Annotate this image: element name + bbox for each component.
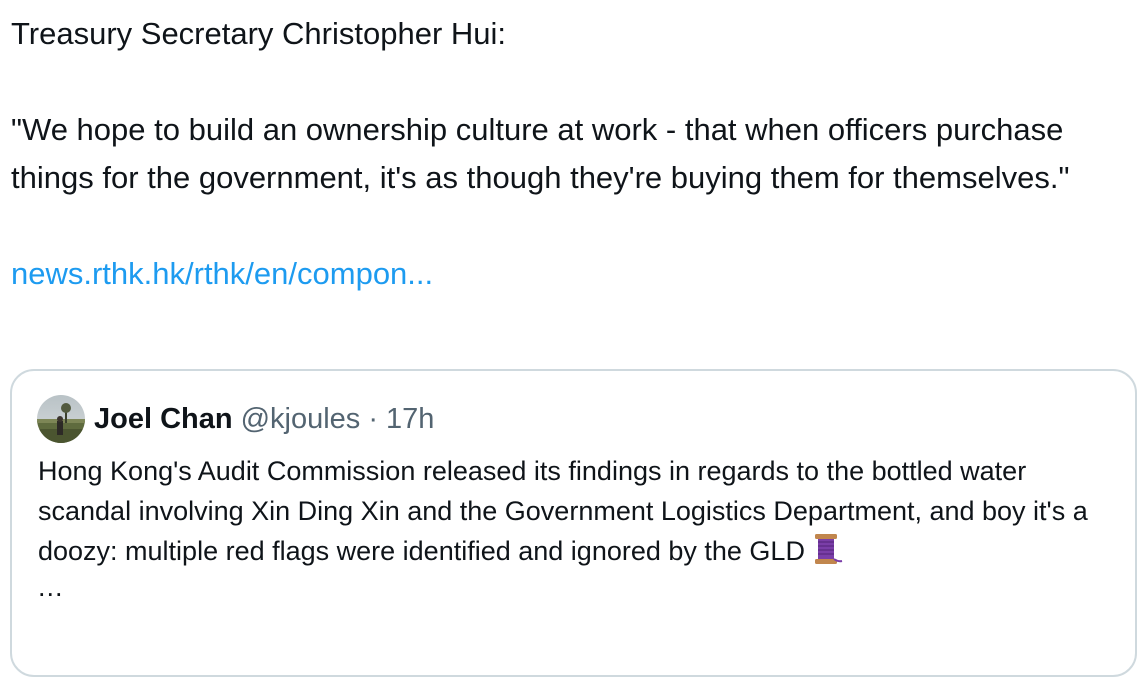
quoted-tweet-text: Hong Kong's Audit Commission released it… xyxy=(38,451,1118,603)
separator-dot: · xyxy=(368,402,378,435)
thread-spool-icon xyxy=(809,532,843,566)
quoted-author-handle[interactable]: @kjoules xyxy=(241,403,361,436)
tweet-body: Treasury Secretary Christopher Hui: "We … xyxy=(11,10,1131,298)
quoted-tweet-card[interactable]: Joel Chan @kjoules · 17h Hong Kong's Aud… xyxy=(10,369,1137,677)
tweet-text-line: Treasury Secretary Christopher Hui: xyxy=(11,16,507,51)
quoted-author-name[interactable]: Joel Chan xyxy=(94,403,233,436)
tweet-quote-text: "We hope to build an ownership culture a… xyxy=(11,112,1073,195)
quoted-timestamp[interactable]: 17h xyxy=(386,403,434,436)
truncation-ellipsis: ... xyxy=(38,572,64,602)
quoted-tweet-body: Hong Kong's Audit Commission released it… xyxy=(38,456,1088,566)
avatar[interactable] xyxy=(37,395,85,443)
avatar-photo-icon xyxy=(37,395,85,443)
quoted-tweet-header: Joel Chan @kjoules · 17h xyxy=(37,395,434,443)
article-link[interactable]: news.rthk.hk/rthk/en/compon... xyxy=(11,256,433,291)
